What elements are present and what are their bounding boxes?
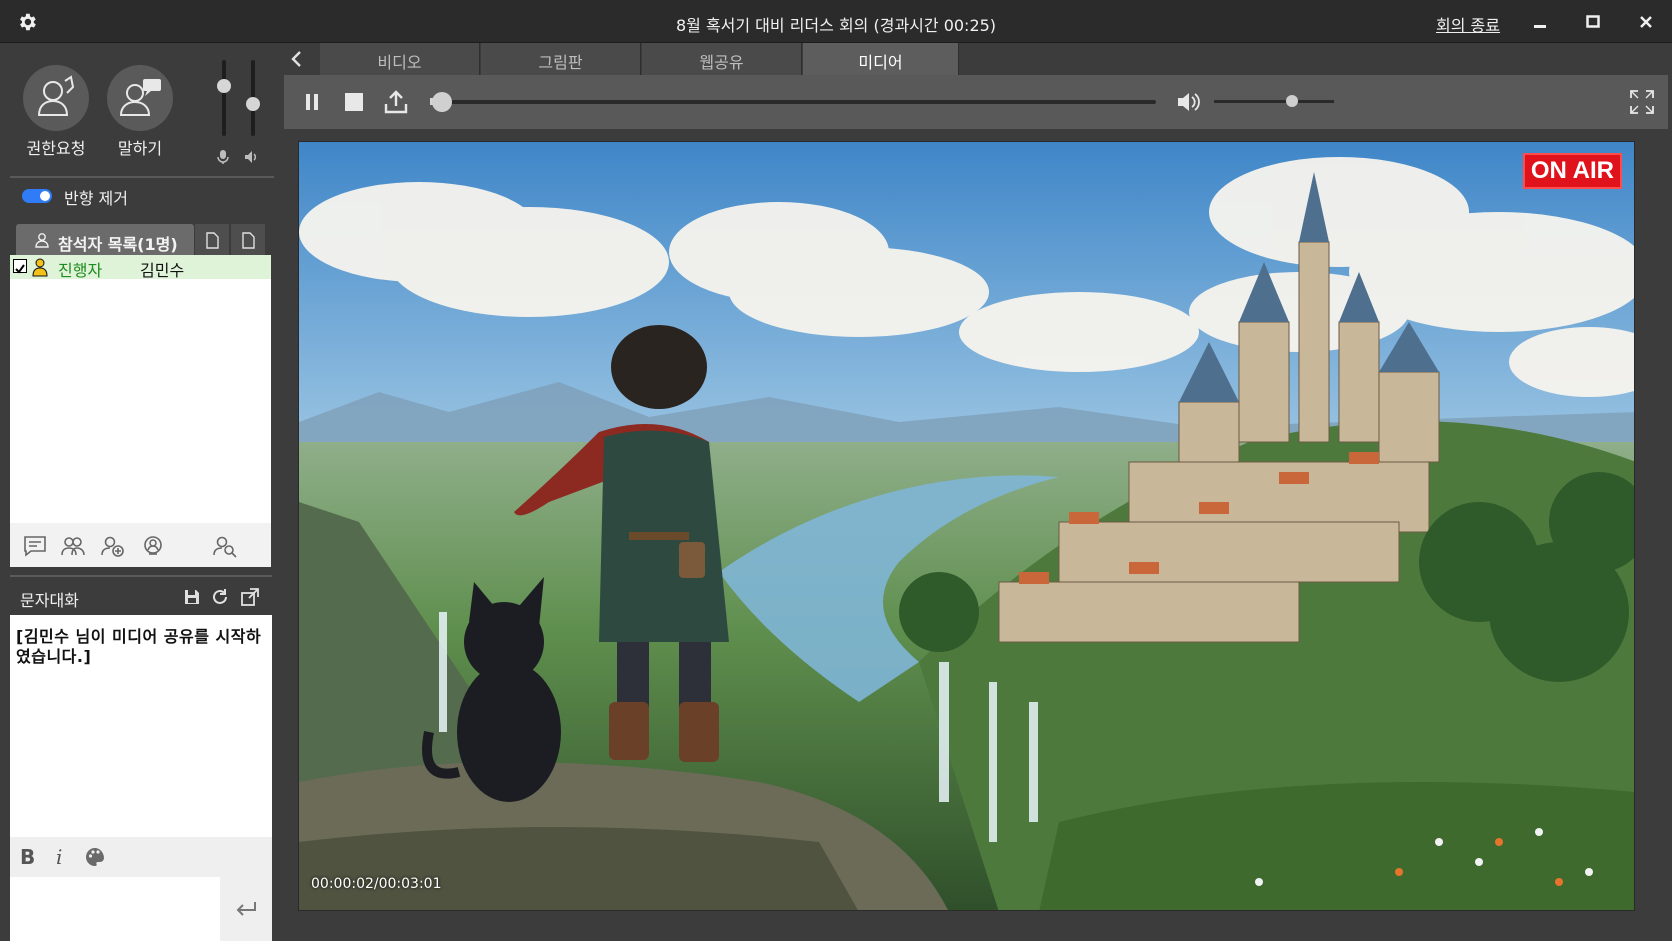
speaker-person-icon [119,79,161,116]
window-title: 8월 혹서기 대비 리더스 회의 (경과시간 00:25) [675,16,997,35]
speaker-volume-knob[interactable] [246,97,260,112]
send-button[interactable] [220,877,272,941]
microphone-icon [217,150,229,164]
volume-knob[interactable] [1286,95,1298,107]
document-button-1[interactable] [195,224,229,256]
italic-button[interactable]: i [56,845,62,869]
format-toolbar: B i [10,837,272,877]
mic-volume-slider[interactable] [217,60,231,136]
stop-icon[interactable] [340,88,368,116]
participant-row[interactable]: 진행자 김민수 [10,255,271,280]
content-tabs: 비디오 그림판 웹공유 미디어 [284,43,1668,75]
divider [10,176,274,178]
chat-input[interactable] [10,877,220,941]
add-user-icon[interactable] [100,534,126,558]
close-icon[interactable] [1632,8,1660,36]
upload-icon[interactable] [382,88,410,116]
document-button-2[interactable] [231,224,265,256]
app-window: 8월 혹서기 대비 리더스 회의 (경과시간 00:25) 회의 종료 권한요청… [0,0,1672,941]
tab-media[interactable]: 미디어 [803,43,959,75]
document-icon [206,232,219,249]
playback-timecode: 00:00:02/00:03:01 [311,876,442,892]
minimize-icon[interactable] [1526,8,1554,36]
end-meeting-link[interactable]: 회의 종료 [1436,12,1500,36]
seek-bar[interactable] [431,92,1156,112]
chat-header: 문자대화 [10,575,272,615]
host-person-icon [32,258,48,277]
participant-role: 진행자 [58,261,103,280]
palette-icon[interactable] [84,846,106,868]
fantasy-landscape-image [299,142,1634,910]
refresh-icon[interactable] [210,587,230,607]
participants-tab[interactable]: 참석자 목록(1명) [16,224,194,256]
request-permission-label: 권한요청 [26,139,86,158]
participant-toolbar [10,523,271,567]
bold-button[interactable]: B [20,845,35,869]
chat-bubble-icon[interactable] [22,534,48,558]
echo-cancel-toggle[interactable] [22,189,52,203]
fullscreen-icon[interactable] [1628,88,1656,116]
participant-name: 김민수 [140,261,185,280]
popout-icon[interactable] [240,587,260,607]
request-permission-button[interactable] [23,65,89,131]
chat-messages: [김민수 님이 미디어 공유를 시작하였습니다.] [10,615,272,837]
volume-icon[interactable] [1174,88,1202,116]
speaker-volume-slider[interactable] [246,60,260,136]
pause-icon[interactable] [298,88,326,116]
participants-tab-label: 참석자 목록(1명) [58,235,178,254]
chat-title: 문자대화 [20,591,79,610]
participant-checkbox[interactable] [13,259,27,274]
tab-whiteboard[interactable]: 그림판 [481,43,641,75]
chat-message: [김민수 님이 미디어 공유를 시작하였습니다.] [16,627,262,666]
check-icon [15,264,25,274]
participant-list: 진행자 김민수 [10,255,271,567]
group-settings-icon[interactable] [60,534,86,558]
seek-knob[interactable] [431,92,452,112]
chevron-left-icon[interactable] [288,50,306,68]
tab-video[interactable]: 비디오 [320,43,480,75]
speak-label: 말하기 [117,139,163,158]
presenter-badge-icon[interactable] [140,534,166,558]
speaker-icon [245,151,257,163]
left-panel: 권한요청 말하기 반향 제거 참석자 목록(1명) 진행자 김민수 문자대화 [… [0,43,280,941]
media-viewer[interactable]: ON AIR 00:00:02/00:03:01 [298,141,1635,911]
mic-volume-knob[interactable] [217,78,231,93]
raise-hand-icon [37,75,75,116]
save-icon[interactable] [182,587,202,607]
media-toolbar [284,75,1668,129]
on-air-badge: ON AIR [1522,153,1622,189]
speak-button[interactable] [107,65,173,131]
echo-cancel-label: 반향 제거 [64,189,128,208]
volume-slider[interactable] [1214,95,1334,107]
document-icon [242,232,255,249]
maximize-icon[interactable] [1579,8,1607,36]
enter-arrow-icon [236,902,256,916]
tab-web-share[interactable]: 웹공유 [642,43,802,75]
search-user-icon[interactable] [212,534,238,558]
person-icon [35,233,49,248]
title-bar: 8월 혹서기 대비 리더스 회의 (경과시간 00:25) 회의 종료 [0,0,1672,43]
